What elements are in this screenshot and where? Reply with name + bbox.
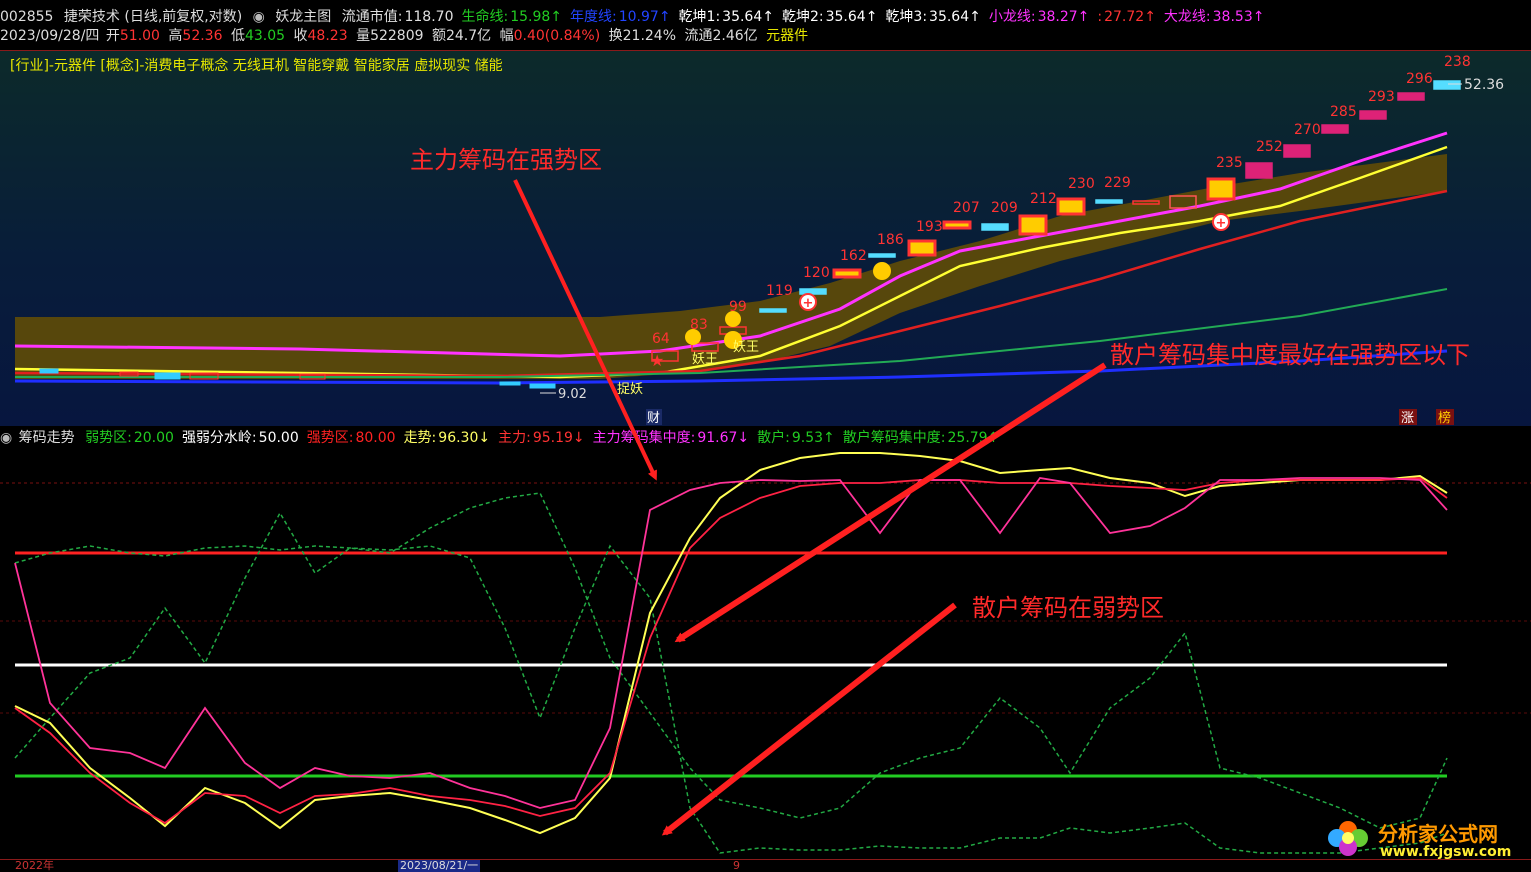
annotation-arrows	[513, 179, 1107, 836]
arrow-retail-weak	[661, 602, 957, 836]
logo-url: www.fxjgsw.com	[1380, 844, 1512, 860]
arrow-main-force	[513, 179, 657, 481]
axis-mark: 9	[733, 859, 740, 872]
annotation-retail-weak: 散户筹码在弱势区	[972, 594, 1164, 622]
annotation-retail-concentration: 散户筹码集中度最好在强势区以下	[1110, 341, 1470, 369]
annotation-main-force: 主力筹码在强势区	[410, 146, 602, 174]
logo-title: 分析家公式网	[1378, 822, 1498, 846]
site-logo: 分析家公式网 www.fxjgsw.com	[1322, 812, 1522, 864]
axis-cursor-date[interactable]: 2023/08/21/一	[398, 860, 481, 872]
time-axis[interactable]: 2022年 2023/08/21/一 9	[0, 859, 1531, 872]
axis-year: 2022年	[15, 859, 54, 872]
